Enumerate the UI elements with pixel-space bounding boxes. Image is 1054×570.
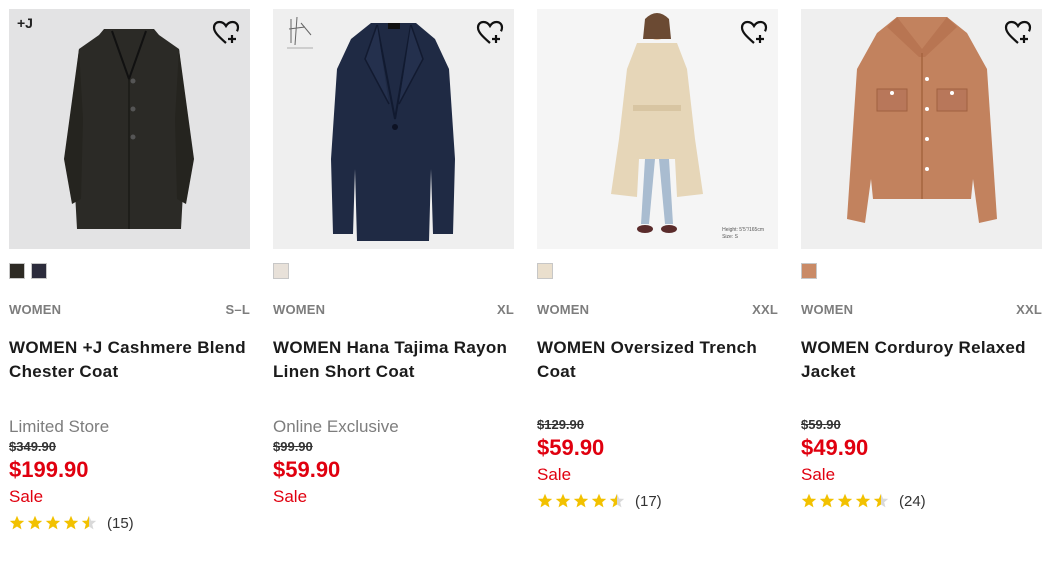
color-swatches xyxy=(801,263,1042,285)
original-price: $349.90 xyxy=(9,439,56,454)
product-category: WOMEN xyxy=(801,302,854,317)
rating-stars xyxy=(537,493,625,509)
product-name[interactable]: WOMEN Oversized Trench Coat xyxy=(537,336,778,408)
product-size-range: XL xyxy=(496,302,514,317)
model-height: Height: 5'5"/165cm xyxy=(722,227,764,233)
product-card[interactable]: +J WOMEN S–L WOMEN +J Cashmere Blend Che… xyxy=(9,9,250,536)
star-icon xyxy=(45,515,61,530)
color-swatches xyxy=(273,263,514,285)
sale-label: Sale xyxy=(537,465,572,484)
star-icon xyxy=(609,493,625,508)
product-card[interactable]: WOMEN XXL WOMEN Corduroy Relaxed Jacket … xyxy=(801,9,1042,514)
product-rating[interactable]: (15) xyxy=(9,510,250,536)
product-name[interactable]: WOMEN Hana Tajima Rayon Linen Short Coat xyxy=(273,336,514,408)
product-card[interactable]: WOMEN XL WOMEN Hana Tajima Rayon Linen S… xyxy=(273,9,514,510)
sale-price: $59.90 xyxy=(273,457,341,482)
star-icon xyxy=(27,515,43,530)
product-card[interactable]: Height: 5'5"/165cm Size: S WOMEN XXL WOM… xyxy=(537,9,778,514)
review-count: (17) xyxy=(635,492,662,510)
sale-label: Sale xyxy=(9,487,44,506)
sale-label: Sale xyxy=(801,465,836,484)
chester-coat-image xyxy=(64,29,194,229)
rating-stars xyxy=(801,493,889,509)
star-icon xyxy=(819,493,835,508)
star-icon xyxy=(81,515,97,530)
model-size: Size: S xyxy=(722,234,738,240)
rating-stars xyxy=(9,515,97,531)
star-icon xyxy=(63,515,79,530)
color-swatches xyxy=(537,263,778,285)
product-name[interactable]: WOMEN +J Cashmere Blend Chester Coat xyxy=(9,336,250,408)
product-meta: WOMEN XXL xyxy=(801,302,1042,317)
product-meta: WOMEN XL xyxy=(273,302,514,317)
trench-coat-model-image xyxy=(611,13,703,233)
product-size-range: S–L xyxy=(225,302,250,317)
star-icon xyxy=(591,493,607,508)
sale-label: Sale xyxy=(273,487,308,506)
star-icon xyxy=(801,493,817,508)
sale-price: $49.90 xyxy=(801,435,869,460)
product-category: WOMEN xyxy=(9,302,62,317)
product-rating[interactable]: (17) xyxy=(537,488,778,514)
short-coat-image xyxy=(331,23,455,241)
product-flag: Online Exclusive xyxy=(273,417,399,436)
product-category: WOMEN xyxy=(537,302,590,317)
product-image[interactable] xyxy=(273,9,514,249)
product-meta: WOMEN XXL xyxy=(537,302,778,317)
color-swatches xyxy=(9,263,250,285)
sale-price: $59.90 xyxy=(537,435,605,460)
original-price: $99.90 xyxy=(273,439,313,454)
corduroy-jacket-image xyxy=(847,17,997,223)
sale-price: $199.90 xyxy=(9,457,89,482)
product-image[interactable]: Height: 5'5"/165cm Size: S xyxy=(537,9,778,249)
product-size-range: XXL xyxy=(752,302,778,317)
star-icon xyxy=(573,493,589,508)
model-info: Height: 5'5"/165cm Size: S xyxy=(722,227,764,241)
star-icon xyxy=(873,493,889,508)
product-image[interactable] xyxy=(801,9,1042,249)
star-icon xyxy=(837,493,853,508)
color-swatch[interactable] xyxy=(9,263,25,279)
original-price: $59.90 xyxy=(801,417,841,432)
original-price: $129.90 xyxy=(537,417,584,432)
product-flag: Limited Store xyxy=(9,417,110,436)
product-meta: WOMEN S–L xyxy=(9,302,250,317)
star-icon xyxy=(555,493,571,508)
product-category: WOMEN xyxy=(273,302,326,317)
product-name[interactable]: WOMEN Corduroy Relaxed Jacket xyxy=(801,336,1042,408)
color-swatch[interactable] xyxy=(31,263,47,279)
product-rating[interactable]: (24) xyxy=(801,488,1042,514)
review-count: (15) xyxy=(107,514,134,532)
color-swatch[interactable] xyxy=(801,263,817,279)
star-icon xyxy=(9,515,25,530)
color-swatch[interactable] xyxy=(273,263,289,279)
color-swatch[interactable] xyxy=(537,263,553,279)
star-icon xyxy=(855,493,871,508)
product-size-range: XXL xyxy=(1016,302,1042,317)
star-icon xyxy=(537,493,553,508)
review-count: (24) xyxy=(899,492,926,510)
product-image[interactable]: +J xyxy=(9,9,250,249)
